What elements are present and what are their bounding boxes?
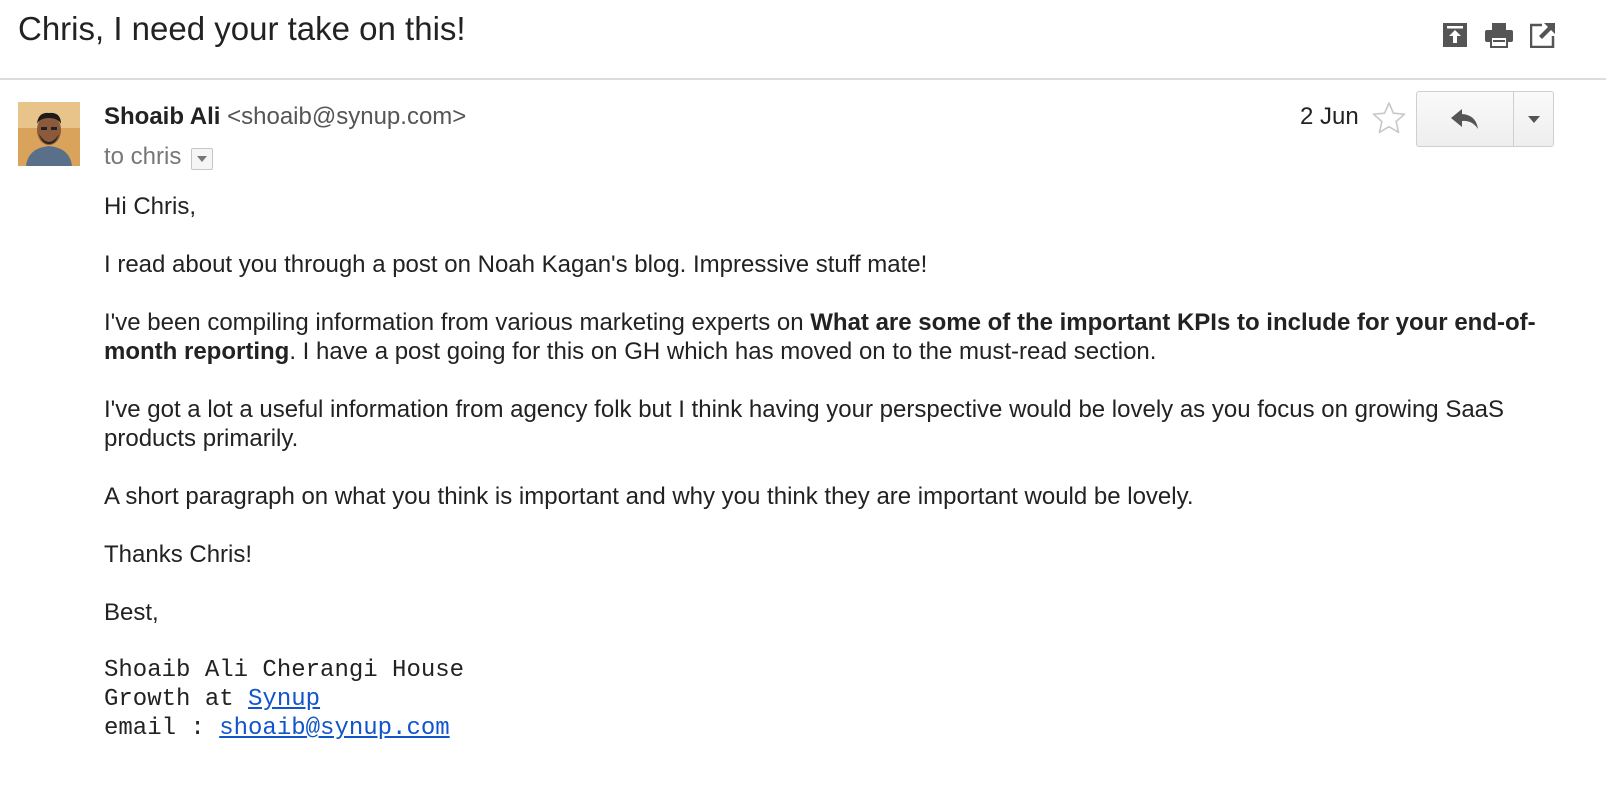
sender-name[interactable]: Shoaib Ali [104, 103, 220, 130]
reply-icon [1451, 109, 1478, 129]
email-view: Chris, I need your take on this! Shoaib … [0, 0, 1606, 786]
reply-button-group [1416, 91, 1554, 147]
sender-email: <shoaib@synup.com> [227, 103, 467, 130]
print-icon[interactable] [1484, 20, 1514, 50]
thread-toolbar [1440, 20, 1558, 50]
dropdown-arrow-icon [1527, 115, 1540, 123]
reply-button[interactable] [1417, 92, 1514, 146]
email-subject: Chris, I need your take on this! [18, 10, 466, 47]
paragraph-4: A short paragraph on what you think is i… [104, 483, 1194, 510]
paragraph-2-tail: . I have a post going for this on GH whi… [289, 338, 1157, 365]
paragraph-2-lead: I've been compiling information from var… [104, 309, 811, 336]
signature-line-1: Shoaib Ali Cherangi House [104, 657, 465, 684]
recipients-text: to chris [104, 143, 182, 170]
recipients-line: to chris [104, 143, 214, 171]
signature-role: Growth at [104, 686, 249, 713]
message-body: Hi Chris, I read about you through a pos… [104, 192, 1544, 743]
paragraph-1: I read about you through a post on Noah … [104, 251, 928, 278]
message-date: 2 Jun [1300, 103, 1359, 130]
signature-block: Shoaib Ali Cherangi House Growth at Synup… [104, 656, 1544, 743]
signature-email-link[interactable]: shoaib@synup.com [219, 715, 449, 742]
paragraph-3: I've got a lot a useful information from… [104, 396, 1505, 452]
new-window-icon[interactable] [1528, 20, 1558, 50]
star-icon[interactable] [1371, 100, 1407, 136]
show-details-button[interactable] [191, 148, 214, 170]
closing-line: Best, [104, 599, 159, 626]
thanks-line: Thanks Chris! [104, 541, 253, 568]
sender-avatar[interactable] [18, 102, 80, 166]
greeting: Hi Chris, [104, 193, 197, 220]
synup-link[interactable]: Synup [248, 686, 320, 713]
paragraph-2: I've been compiling information from var… [104, 308, 1544, 366]
signature-line-2: Growth at Synup [104, 685, 1544, 714]
sender-line: Shoaib Ali <shoaib@synup.com> [104, 103, 466, 131]
signature-line-3: email : shoaib@synup.com [104, 714, 1544, 743]
move-to-top-icon[interactable] [1440, 20, 1470, 50]
chevron-down-icon [197, 156, 208, 162]
subject-bar: Chris, I need your take on this! [0, 0, 1606, 80]
more-actions-button[interactable] [1514, 92, 1553, 146]
signature-email-label: email : [104, 715, 220, 742]
